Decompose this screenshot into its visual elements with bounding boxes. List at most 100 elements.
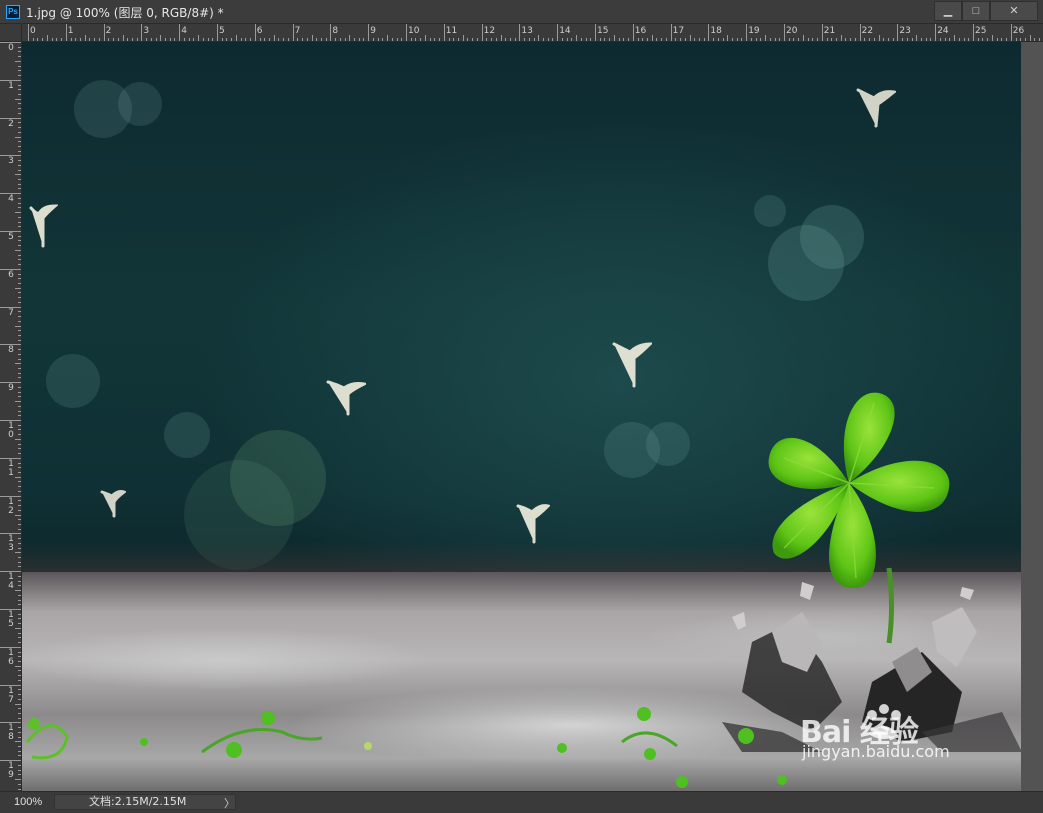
ruler-minor-tick (37, 38, 39, 41)
ruler-minor-tick (302, 38, 304, 41)
ruler-minor-tick (18, 235, 21, 237)
ruler-minor-tick (18, 89, 21, 91)
ruler-minor-tick (585, 38, 587, 41)
ruler-minor-tick (18, 670, 21, 672)
ruler-minor-tick (467, 38, 469, 41)
horizontal-ruler[interactable]: 0 1 2 3 4 5 6 7 8 9 10 11 12 13 14 15 16 17 18 19 20 21 22 23 24… (22, 24, 1043, 42)
ruler-minor-tick (56, 38, 58, 41)
ruler-label: 15 (597, 26, 609, 36)
ruler-label: 19 (748, 26, 760, 36)
vertical-ruler[interactable]: 012345678910111213141516171819 (0, 42, 22, 791)
ruler-label: 13 (8, 534, 14, 554)
ruler-minor-tick (51, 38, 53, 41)
ruler-minor-tick (732, 38, 734, 41)
ruler-minor-tick (18, 557, 21, 559)
ruler-minor-tick (250, 38, 252, 41)
ruler-origin[interactable] (0, 24, 22, 42)
ruler-minor-tick (987, 38, 989, 41)
ruler-minor-tick (18, 391, 21, 393)
ruler-minor-tick (122, 35, 124, 41)
ruler-minor-tick (32, 38, 34, 41)
document-canvas[interactable]: Bai 经验 jingyan.baidu.com (22, 42, 1021, 791)
ruler-minor-tick (1039, 38, 1041, 41)
ruler-minor-tick (991, 35, 993, 41)
maximize-button[interactable]: □ (962, 1, 990, 21)
ruler-minor-tick (949, 38, 951, 41)
ruler-minor-tick (231, 38, 233, 41)
ruler-minor-tick (15, 249, 21, 251)
ruler-minor-tick (500, 35, 502, 41)
ruler-minor-tick (136, 38, 138, 41)
ruler-minor-tick (18, 528, 21, 530)
ruler-label: 9 (8, 383, 14, 394)
ruler-minor-tick (18, 320, 21, 322)
seed-decoration (326, 380, 366, 416)
ruler-minor-tick (1029, 35, 1031, 41)
ruler-minor-tick (642, 38, 644, 41)
document-size-info[interactable]: 文档:2.15M/2.15M (54, 794, 236, 810)
ruler-minor-tick (410, 38, 412, 41)
ruler-label: 14 (8, 572, 14, 592)
ruler-minor-tick (18, 429, 21, 431)
ruler-minor-tick (46, 35, 48, 41)
ruler-minor-tick (453, 38, 455, 41)
ruler-minor-tick (18, 75, 21, 77)
ruler-minor-tick (377, 38, 379, 41)
ruler-minor-tick (1006, 38, 1008, 41)
ruler-minor-tick (18, 377, 21, 379)
ruler-minor-tick (193, 38, 195, 41)
ruler-major-tick (481, 24, 483, 41)
ruler-minor-tick (226, 38, 228, 41)
ruler-minor-tick (18, 731, 21, 733)
ruler-minor-tick (18, 727, 21, 729)
ruler-minor-tick (996, 38, 998, 41)
ruler-minor-tick (18, 698, 21, 700)
status-menu-arrow[interactable]: 〉 (224, 795, 235, 811)
ruler-minor-tick (363, 38, 365, 41)
ruler-minor-tick (18, 486, 21, 488)
ruler-minor-tick (18, 505, 21, 507)
ruler-label: 7 (294, 26, 301, 36)
ruler-minor-tick (18, 708, 21, 710)
ruler-minor-tick (944, 38, 946, 41)
ruler-minor-tick (604, 38, 606, 41)
ruler-minor-tick (1024, 38, 1026, 41)
ruler-minor-tick (18, 585, 21, 587)
ruler-label: 18 (8, 723, 14, 743)
ruler-minor-tick (382, 38, 384, 41)
zoom-level-field[interactable]: 100% (4, 794, 50, 810)
ruler-minor-tick (1001, 38, 1003, 41)
ruler-minor-tick (765, 35, 767, 41)
ruler-minor-tick (18, 282, 21, 284)
ruler-label: 3 (143, 26, 150, 36)
ruler-minor-tick (576, 35, 578, 41)
ruler-minor-tick (802, 35, 804, 41)
ruler-minor-tick (15, 741, 21, 743)
ruler-minor-tick (420, 38, 422, 41)
ruler-minor-tick (15, 136, 21, 138)
ruler-major-tick (406, 24, 407, 41)
ruler-minor-tick (18, 330, 21, 332)
ruler-label: 16 (8, 647, 14, 667)
ruler-minor-tick (150, 38, 152, 41)
ruler-minor-tick (18, 93, 21, 95)
ruler-minor-tick (15, 212, 21, 214)
ruler-minor-tick (18, 179, 21, 181)
minimize-button[interactable]: ▁ (934, 1, 962, 21)
ruler-minor-tick (18, 651, 21, 653)
ruler-minor-tick (245, 38, 247, 41)
ruler-minor-tick (457, 38, 459, 41)
close-button[interactable]: ✕ (990, 1, 1038, 21)
paw-icon (867, 704, 901, 739)
ruler-label: 13 (521, 26, 533, 36)
document-title[interactable]: 1.jpg @ 100% (图层 0, RGB/8#) * (26, 4, 224, 21)
ruler-minor-tick (155, 38, 157, 41)
horizontal-scrollbar[interactable] (240, 794, 1020, 810)
ruler-minor-tick (18, 103, 21, 105)
baidu-watermark: Bai 经验 jingyan.baidu.com (800, 695, 1000, 761)
ruler-minor-tick (812, 38, 814, 41)
ruler-minor-tick (15, 174, 21, 176)
ruler-minor-tick (18, 183, 21, 185)
ruler-minor-tick (18, 542, 21, 544)
ruler-minor-tick (694, 38, 696, 41)
